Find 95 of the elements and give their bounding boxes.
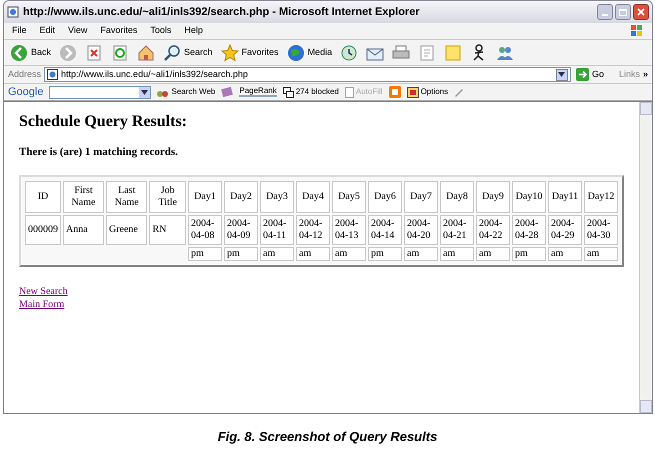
page-icon: [47, 69, 58, 80]
popup-blocker-button[interactable]: 274 blocked: [282, 86, 339, 98]
document-icon[interactable]: [418, 44, 436, 62]
dropdown-arrow-icon[interactable]: [558, 72, 566, 77]
printer-icon[interactable]: [392, 44, 410, 62]
close-button[interactable]: [633, 4, 649, 20]
search-web-button[interactable]: Search Web: [157, 86, 216, 98]
column-header: Day9: [476, 180, 510, 212]
table-cell: am: [440, 246, 474, 260]
maximize-button[interactable]: [615, 4, 631, 20]
table-cell: am: [296, 246, 330, 260]
column-header: Day3: [260, 180, 294, 212]
search-icon: [163, 44, 182, 62]
menu-item[interactable]: View: [68, 24, 88, 38]
close-icon: [637, 8, 645, 16]
table-cell: 2004-04-20: [404, 214, 438, 244]
toolbar-button[interactable]: Search: [163, 44, 213, 62]
column-header: Day5: [332, 180, 366, 212]
page-icon: [7, 6, 19, 18]
refresh-icon[interactable]: [111, 44, 130, 62]
address-field[interactable]: http://www.ils.unc.edu/~ali1/inls392/search.php: [44, 67, 571, 82]
pencil-icon[interactable]: [454, 87, 464, 97]
windows-flag-icon: [630, 24, 644, 38]
column-header: ID: [25, 180, 61, 212]
column-header: Day1: [188, 180, 222, 212]
menu-item[interactable]: Tools: [150, 24, 172, 38]
table-cell: am: [260, 246, 294, 260]
table-cell: 2004-04-28: [512, 214, 546, 244]
column-header: Day12: [584, 180, 618, 212]
column-header: Last Name: [106, 180, 148, 212]
chevron-button[interactable]: »: [642, 68, 648, 82]
results-summary: There is (are) 1 matching records.: [19, 145, 179, 160]
options-button[interactable]: Options: [406, 86, 448, 98]
table-cell: 2004-04-22: [476, 214, 510, 244]
clock-icon[interactable]: [340, 44, 358, 62]
menu-item[interactable]: Favorites: [100, 24, 138, 38]
blog-icon[interactable]: [388, 86, 401, 98]
page-link[interactable]: New Search: [19, 285, 68, 298]
figure-caption: Fig. 8. Screenshot of Query Results: [218, 429, 438, 444]
table-cell: Anna: [63, 214, 104, 244]
address-label: Address: [8, 68, 42, 81]
minimize-button[interactable]: [597, 4, 613, 20]
toolbar-button[interactable]: Media: [286, 44, 332, 62]
column-header: Day8: [440, 180, 474, 212]
table-cell: 2004-04-11: [260, 214, 294, 244]
table-cell: am: [548, 246, 582, 260]
page-heading: Schedule Query Results:: [19, 112, 188, 132]
table-cell: pm: [368, 246, 402, 260]
column-header: Day11: [548, 180, 582, 212]
dropdown-arrow-icon: [141, 90, 148, 94]
options-icon: [406, 86, 419, 98]
column-header: Day4: [296, 180, 330, 212]
table-cell: 2004-04-21: [440, 214, 474, 244]
column-header: First Name: [63, 180, 104, 212]
table-cell: am: [584, 246, 618, 260]
menu-item[interactable]: Edit: [40, 24, 56, 38]
toolbar-button[interactable]: Back: [10, 44, 52, 62]
star-icon: [220, 44, 239, 62]
form-icon: [344, 86, 354, 98]
column-header: Job Title: [149, 180, 186, 212]
column-header: Day2: [224, 180, 258, 212]
table-cell: 2004-04-09: [224, 214, 258, 244]
page-link[interactable]: Main Form: [19, 298, 64, 311]
table-cell: pm: [224, 246, 258, 260]
menu-item[interactable]: Help: [184, 24, 203, 38]
table-cell: pm: [188, 246, 222, 260]
search-field[interactable]: [49, 86, 152, 98]
table-cell: 000009: [25, 214, 61, 244]
table-cell: 2004-04-08: [188, 214, 222, 244]
table-cell: 2004-04-30: [584, 214, 618, 244]
column-header: Day10: [512, 180, 546, 212]
google-logo[interactable]: Google: [8, 84, 44, 100]
column-header: Day6: [368, 180, 402, 212]
window-title: http://www.ils.unc.edu/~ali1/inls392/search.php - Microsoft Internet Explorer: [23, 4, 421, 20]
table-cell: Greene: [106, 214, 148, 244]
stop-icon[interactable]: [85, 44, 104, 62]
note-icon[interactable]: [444, 44, 462, 62]
table-cell: am: [332, 246, 366, 260]
toolbar-button[interactable]: Favorites: [220, 44, 279, 62]
pagerank-meter: PageRank: [239, 87, 277, 97]
table-cell: 2004-04-14: [368, 214, 402, 244]
table-cell: pm: [512, 246, 546, 260]
table-cell: am: [476, 246, 510, 260]
table-cell: 2004-04-29: [548, 214, 582, 244]
globe-icon: [286, 44, 305, 62]
table-cell: am: [404, 246, 438, 260]
column-header: Day7: [404, 180, 438, 212]
windows-icon: [282, 86, 294, 98]
table-cell: RN: [149, 214, 186, 244]
home-icon[interactable]: [137, 44, 156, 62]
table-cell: 2004-04-13: [332, 214, 366, 244]
menu-item[interactable]: File: [12, 24, 27, 38]
go-button[interactable]: Go: [574, 68, 606, 82]
scrollbar[interactable]: [639, 102, 652, 413]
table-cell: 2004-04-12: [296, 214, 330, 244]
